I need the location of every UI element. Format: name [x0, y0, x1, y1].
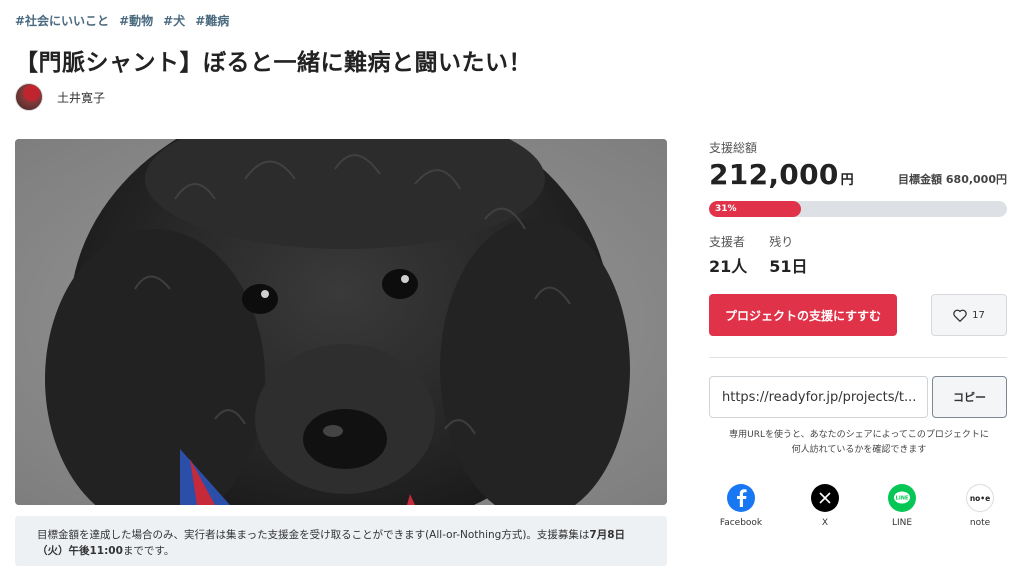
share-label: LINE — [891, 518, 913, 528]
total-label: 支援総額 — [709, 141, 758, 155]
goal-value: 680,000円 — [945, 173, 1007, 186]
share-line[interactable]: LINE LINE — [872, 484, 932, 528]
project-owner[interactable]: 土井寛子 — [15, 83, 105, 111]
dog-photo — [15, 139, 667, 505]
tag-dog[interactable]: #犬 — [163, 12, 185, 29]
svg-text:no•e: no•e — [970, 494, 990, 503]
share-facebook[interactable]: Facebook — [711, 484, 771, 528]
amount-row: 212,000 円 目標金額 680,000円 — [709, 157, 1007, 191]
copy-button[interactable]: コピー — [932, 376, 1007, 418]
all-or-nothing-notice: 目標金額を達成した場合のみ、実行者は集まった支援金を受け取ることができます(Al… — [15, 516, 667, 566]
heart-icon — [953, 309, 967, 322]
line-icon: LINE — [888, 484, 916, 512]
notice-tail: までです。 — [122, 545, 175, 557]
total-amount: 212,000 円 — [709, 158, 854, 191]
share-x[interactable]: X — [795, 484, 855, 528]
avatar[interactable] — [15, 83, 43, 111]
support-project-button[interactable]: プロジェクトの支援にすすむ — [709, 294, 897, 336]
tag-social-good[interactable]: #社会にいいこと — [15, 12, 109, 29]
stats: 支援者 21人 残り 51日 — [709, 233, 808, 277]
favorite-count: 17 — [972, 309, 985, 321]
tag-list: #社会にいいこと #動物 #犬 #難病 — [15, 12, 229, 29]
supporters-value: 21人 — [709, 257, 748, 276]
facebook-icon — [727, 484, 755, 512]
supporters-label: 支援者 — [709, 235, 746, 249]
share-label: Facebook — [719, 518, 763, 528]
tag-intractable-disease[interactable]: #難病 — [195, 12, 229, 29]
progress-bar: 31% — [709, 201, 1007, 217]
share-note[interactable]: no•e note — [950, 484, 1010, 528]
remaining-label: 残り — [769, 235, 794, 249]
goal-amount: 目標金額 680,000円 — [898, 171, 1007, 191]
divider — [709, 357, 1007, 358]
share-label: X — [821, 518, 829, 528]
x-icon — [811, 484, 839, 512]
share-url-input[interactable] — [709, 376, 928, 418]
share-url-note: 専用URLを使うと、あなたのシェアによってこのプロジェクトに何人訪れているかを確… — [729, 430, 989, 455]
amount-unit: 円 — [840, 173, 854, 188]
hero-image — [15, 139, 667, 505]
funding-panel: 支援総額 212,000 円 目標金額 680,000円 31% 支援者 21人 … — [709, 139, 1007, 528]
progress-fill: 31% — [709, 201, 802, 217]
share-buttons: Facebook X LINE LINE no•e note — [709, 484, 1007, 528]
remaining-value: 51日 — [769, 257, 808, 276]
supporters-stat: 支援者 21人 — [709, 233, 747, 277]
amount-value: 212,000 — [709, 158, 839, 191]
page-title: 【門脈シャント】ぼると一緒に難病と闘いたい！ — [15, 50, 532, 76]
favorite-button[interactable]: 17 — [931, 294, 1007, 336]
remaining-stat: 残り 51日 — [769, 233, 807, 277]
share-label: note — [969, 518, 991, 528]
note-icon: no•e — [966, 484, 994, 512]
svg-text:LINE: LINE — [896, 496, 909, 502]
owner-name[interactable]: 土井寛子 — [57, 89, 105, 106]
notice-text: 目標金額を達成した場合のみ、実行者は集まった支援金を受け取ることができます(Al… — [37, 529, 590, 541]
goal-label: 目標金額 — [898, 173, 943, 186]
tag-animals[interactable]: #動物 — [119, 12, 153, 29]
